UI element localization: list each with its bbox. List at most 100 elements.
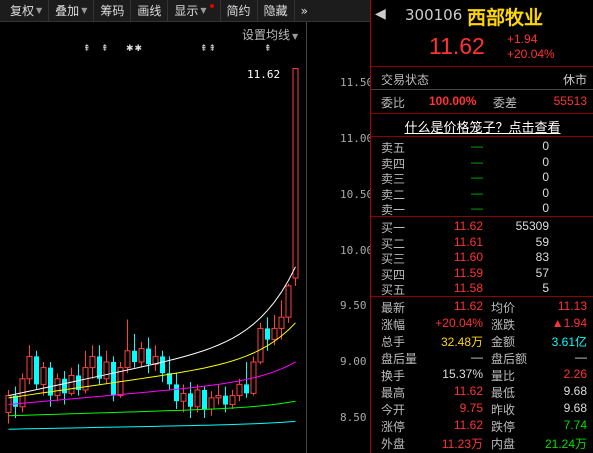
- event-marker[interactable]: ⇞: [264, 44, 273, 54]
- event-marker[interactable]: ⇞: [101, 44, 110, 54]
- chevron-down-icon: ▼: [81, 5, 88, 15]
- buy-level-price[interactable]: 11.60: [454, 250, 483, 264]
- order-ratio-label: 委比: [381, 96, 406, 110]
- trade-status-label: 交易状态: [381, 73, 430, 87]
- stat-value: +20.04%: [435, 316, 483, 330]
- sell-level-label: 卖五: [381, 141, 406, 155]
- event-marker[interactable]: ⇞: [83, 44, 92, 54]
- candle-body: [285, 285, 292, 318]
- sell-level-volume: 0: [542, 170, 549, 184]
- candle-body: [89, 355, 96, 369]
- candle-body: [34, 356, 39, 385]
- buy-level-volume: 59: [535, 234, 549, 249]
- sell-level-price[interactable]: —: [471, 155, 483, 169]
- simple-mode-button[interactable]: 简约: [221, 0, 258, 22]
- y-tick-label: 10.00: [340, 244, 370, 257]
- quote-header: ◀ 300106 西部牧业 11.62 +1.94 +20.04%: [371, 0, 593, 66]
- stat-label: 今开: [381, 403, 406, 417]
- trade-status-value: 休市: [562, 73, 587, 87]
- sell-level-label: 卖四: [381, 156, 406, 171]
- overlay-label: 叠加: [55, 3, 80, 18]
- restore-rights-label: 复权: [10, 3, 35, 18]
- stat-value: 2.26: [563, 367, 587, 381]
- axis-divider: [306, 22, 307, 453]
- event-marker[interactable]: ✱✱: [126, 44, 143, 54]
- stat-value: 11.62: [453, 384, 483, 398]
- sell-level-price[interactable]: —: [471, 170, 483, 184]
- stat-value: 11.23万: [441, 437, 483, 451]
- stat-label: 换手: [381, 369, 406, 383]
- candle-body: [223, 395, 228, 405]
- candle-body: [215, 395, 222, 399]
- price-cage-help-link[interactable]: 什么是价格笼子？点击查看: [371, 117, 593, 136]
- sell-level-volume: 0: [542, 201, 549, 215]
- stat-label: 外盘: [381, 437, 406, 451]
- chips-label: 筹码: [100, 3, 125, 18]
- sell-level-volume: 0: [542, 154, 549, 169]
- stat-label: 均价: [491, 301, 516, 315]
- stat-value: 7.74: [563, 418, 587, 432]
- sell-level-price[interactable]: —: [471, 139, 483, 153]
- divider: [371, 296, 593, 297]
- stat-value: ▲1.94: [551, 316, 587, 330]
- y-tick-label: 9.00: [340, 355, 367, 368]
- buy-level-label: 买四: [381, 267, 406, 282]
- candle-body: [174, 384, 179, 402]
- stat-value: 9.75: [459, 401, 483, 415]
- candle-body: [54, 378, 61, 397]
- candlestick-plot[interactable]: [0, 22, 306, 453]
- buy-level-price[interactable]: 11.61: [454, 235, 483, 249]
- overlay-button[interactable]: 叠加 ▼: [49, 0, 95, 22]
- draw-line-button[interactable]: 画线: [131, 0, 169, 22]
- buy-level-volume: 5: [542, 281, 549, 295]
- divider: [371, 113, 593, 114]
- candle-body: [229, 395, 236, 406]
- candle-body: [265, 328, 270, 340]
- kline-chart-panel: 复权 ▼ 叠加 ▼ 筹码 画线 显示 ▼ 简约 隐藏 » 设置均线 ▼ ⇞ ⇞ …: [0, 0, 370, 453]
- sell-level-price[interactable]: —: [471, 186, 483, 200]
- y-tick-label: 11.00: [340, 132, 370, 145]
- stat-label: 涨停: [381, 420, 406, 434]
- candle-body: [271, 327, 278, 341]
- display-label: 显示: [174, 3, 199, 18]
- candle-body: [68, 374, 75, 394]
- more-button[interactable]: »: [295, 0, 314, 22]
- stat-value: —: [575, 350, 587, 364]
- stat-label: 金额: [491, 335, 516, 349]
- stat-value: 11.62: [453, 299, 483, 313]
- buy-level-label: 买二: [381, 236, 406, 251]
- sell-level-volume: 0: [542, 185, 549, 200]
- candle-body: [257, 327, 264, 363]
- buy-level-price[interactable]: 11.58: [454, 281, 483, 295]
- order-diff-value: 55513: [553, 94, 587, 108]
- quote-panel: ◀ 300106 西部牧业 11.62 +1.94 +20.04% 交易状态 休…: [370, 0, 593, 453]
- sell-level-price[interactable]: —: [471, 201, 483, 215]
- hide-button[interactable]: 隐藏: [258, 0, 295, 22]
- candle-body: [132, 350, 137, 362]
- stat-value: 21.24万: [544, 437, 587, 451]
- high-price-label: 11.62: [247, 68, 281, 81]
- y-tick-label: 9.50: [340, 299, 367, 312]
- stat-label: 最低: [491, 386, 516, 400]
- buy-level-price[interactable]: 11.62: [454, 219, 483, 233]
- display-button[interactable]: 显示 ▼: [168, 0, 221, 22]
- buy-level-price[interactable]: 11.59: [454, 266, 483, 280]
- stat-label: 跌停: [491, 420, 516, 434]
- buy-level-volume: 83: [535, 250, 549, 264]
- ma30-line: [8, 400, 296, 417]
- hide-label: 隐藏: [263, 3, 288, 18]
- buy-level-label: 买一: [381, 221, 406, 235]
- candle-body: [124, 350, 131, 369]
- chart-toolbar: 复权 ▼ 叠加 ▼ 筹码 画线 显示 ▼ 简约 隐藏 »: [0, 0, 370, 22]
- restore-rights-button[interactable]: 复权 ▼: [0, 0, 50, 22]
- event-marker[interactable]: ⇞⇞: [200, 44, 217, 54]
- stat-value: 15.37%: [442, 367, 483, 381]
- stat-value: 9.68: [563, 384, 587, 398]
- current-price: 11.62: [429, 33, 485, 59]
- order-diff-label: 委差: [493, 96, 518, 110]
- divider: [371, 66, 593, 67]
- back-arrow-icon[interactable]: ◀: [375, 6, 386, 22]
- chips-button[interactable]: 筹码: [94, 0, 132, 22]
- divider: [371, 136, 593, 137]
- double-chevron-right-icon: »: [300, 3, 308, 18]
